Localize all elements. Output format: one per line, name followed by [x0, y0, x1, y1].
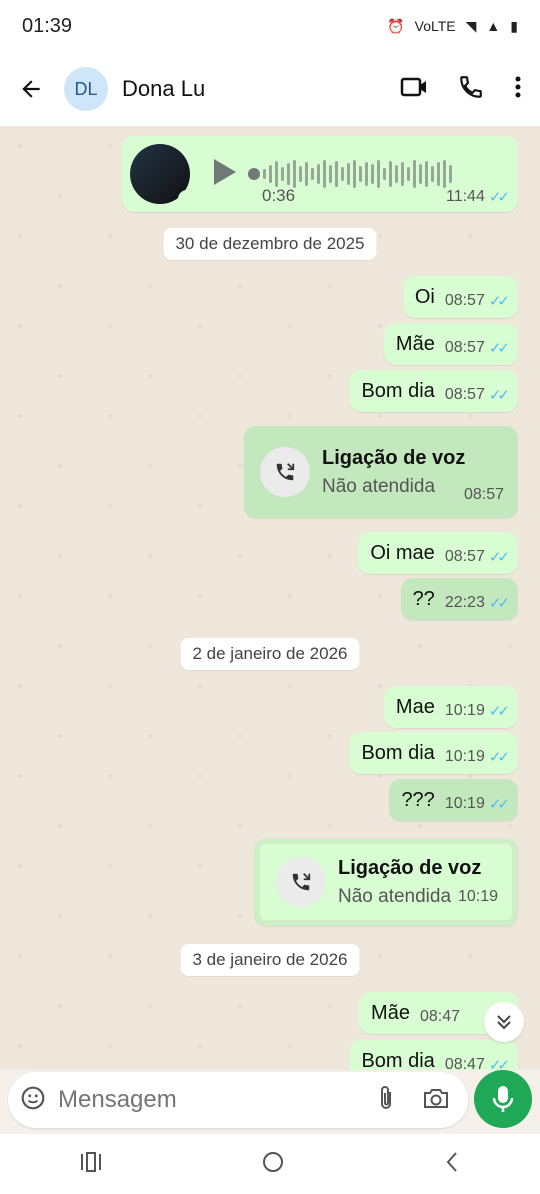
- voice-call-button[interactable]: [458, 74, 484, 105]
- missed-call-icon: [260, 447, 310, 497]
- sender-photo: [130, 144, 196, 208]
- message-bubble[interactable]: Bom dia 08:57 ✓✓: [349, 370, 518, 412]
- volte-icon: VoLTE: [414, 18, 456, 34]
- call-title: Ligação de voz: [338, 856, 482, 879]
- arrow-left-icon: [22, 80, 40, 98]
- message-bubble[interactable]: Oi 08:57 ✓✓: [402, 276, 518, 318]
- message-bubble[interactable]: Oi mae 08:57 ✓✓: [358, 532, 518, 574]
- play-icon: [214, 158, 236, 185]
- audio-duration: 0:36: [262, 186, 296, 205]
- read-ticks-icon: ✓✓: [488, 1057, 510, 1070]
- recent-apps-button[interactable]: [79, 1151, 103, 1178]
- home-circle-icon: [263, 1151, 283, 1172]
- contact-avatar[interactable]: DL: [64, 67, 108, 111]
- status-bar: 01:39 ⏰ VoLTE ◥ ▲ ▮: [0, 0, 540, 52]
- chevron-left-icon: [446, 1151, 457, 1172]
- more-options-button[interactable]: [514, 75, 522, 104]
- message-bubble[interactable]: Mãe 08:57 ✓✓: [383, 323, 518, 365]
- read-ticks-icon: ✓✓: [488, 796, 510, 813]
- status-time: 01:39: [22, 14, 73, 37]
- date-divider: 2 de janeiro de 2026: [180, 638, 360, 670]
- message-bubble[interactable]: Bom dia 10:19 ✓✓: [349, 732, 518, 774]
- read-ticks-icon: ✓✓: [488, 189, 510, 206]
- audio-waveform[interactable]: [248, 159, 452, 189]
- read-ticks-icon: ✓✓: [488, 749, 510, 766]
- system-back-button[interactable]: [443, 1150, 461, 1179]
- missed-call-bubble[interactable]: Ligação de voz Não atendida 08:57: [244, 426, 518, 518]
- call-status: Não atendida: [322, 475, 436, 497]
- sticker-icon: [21, 1086, 45, 1109]
- read-ticks-icon: ✓✓: [488, 387, 510, 404]
- voice-record-button[interactable]: [474, 1070, 532, 1128]
- read-ticks-icon: ✓✓: [488, 293, 510, 310]
- more-vertical-icon: [515, 76, 521, 97]
- alarm-icon: ⏰: [387, 17, 405, 34]
- call-time: 10:19: [457, 888, 498, 905]
- play-button[interactable]: [212, 157, 238, 192]
- call-title: Ligação de voz: [322, 446, 466, 469]
- chat-header: DL Dona Lu: [0, 52, 540, 126]
- signal-icon: ▲: [486, 18, 501, 34]
- message-bubble[interactable]: Mae 10:19 ✓✓: [383, 686, 518, 728]
- paperclip-icon: [381, 1085, 391, 1109]
- camera-icon: [424, 1088, 448, 1108]
- message-composer: [8, 1072, 468, 1128]
- read-ticks-icon: ✓✓: [488, 549, 510, 566]
- back-button[interactable]: [14, 72, 48, 106]
- read-ticks-icon: ✓✓: [488, 595, 510, 612]
- home-button[interactable]: [261, 1150, 285, 1179]
- chat-area[interactable]: 0:36 11:44 ✓✓ 30 de dezembro de 2025 Oi …: [0, 126, 540, 1070]
- date-divider: 30 de dezembro de 2025: [163, 228, 377, 260]
- mic-icon: [178, 190, 196, 208]
- call-time: 08:57: [463, 486, 504, 503]
- recent-apps-icon: [81, 1151, 101, 1172]
- video-call-button[interactable]: [400, 75, 428, 104]
- battery-icon: ▮: [510, 17, 518, 34]
- message-input[interactable]: [56, 1085, 320, 1115]
- wifi-icon: ◥: [465, 17, 477, 34]
- message-bubble[interactable]: ??? 10:19 ✓✓: [389, 779, 518, 821]
- video-camera-icon: [400, 77, 426, 96]
- date-divider: 3 de janeiro de 2026: [180, 944, 360, 976]
- read-ticks-icon: ✓✓: [488, 703, 510, 720]
- attach-button[interactable]: [376, 1084, 396, 1117]
- system-navigation-bar: [0, 1134, 540, 1194]
- message-time: 11:44: [446, 188, 485, 205]
- microphone-icon: [492, 1086, 514, 1112]
- missed-call-bubble[interactable]: Ligação de voz Não atendida 10:19: [254, 838, 518, 926]
- double-chevron-down-icon: [497, 1015, 511, 1030]
- camera-button[interactable]: [422, 1086, 450, 1115]
- message-bubble[interactable]: ?? 22:23 ✓✓: [400, 578, 518, 620]
- status-icons: ⏰ VoLTE ◥ ▲ ▮: [387, 18, 518, 35]
- contact-name[interactable]: Dona Lu: [122, 76, 205, 102]
- sticker-button[interactable]: [20, 1085, 46, 1116]
- scroll-to-bottom-button[interactable]: [484, 1002, 524, 1042]
- message-bubble[interactable]: Bom dia 08:47 ✓✓: [349, 1040, 518, 1070]
- voice-message[interactable]: 0:36 11:44 ✓✓: [122, 136, 518, 212]
- missed-call-icon: [276, 857, 326, 907]
- phone-icon: [460, 75, 482, 98]
- read-ticks-icon: ✓✓: [488, 340, 510, 357]
